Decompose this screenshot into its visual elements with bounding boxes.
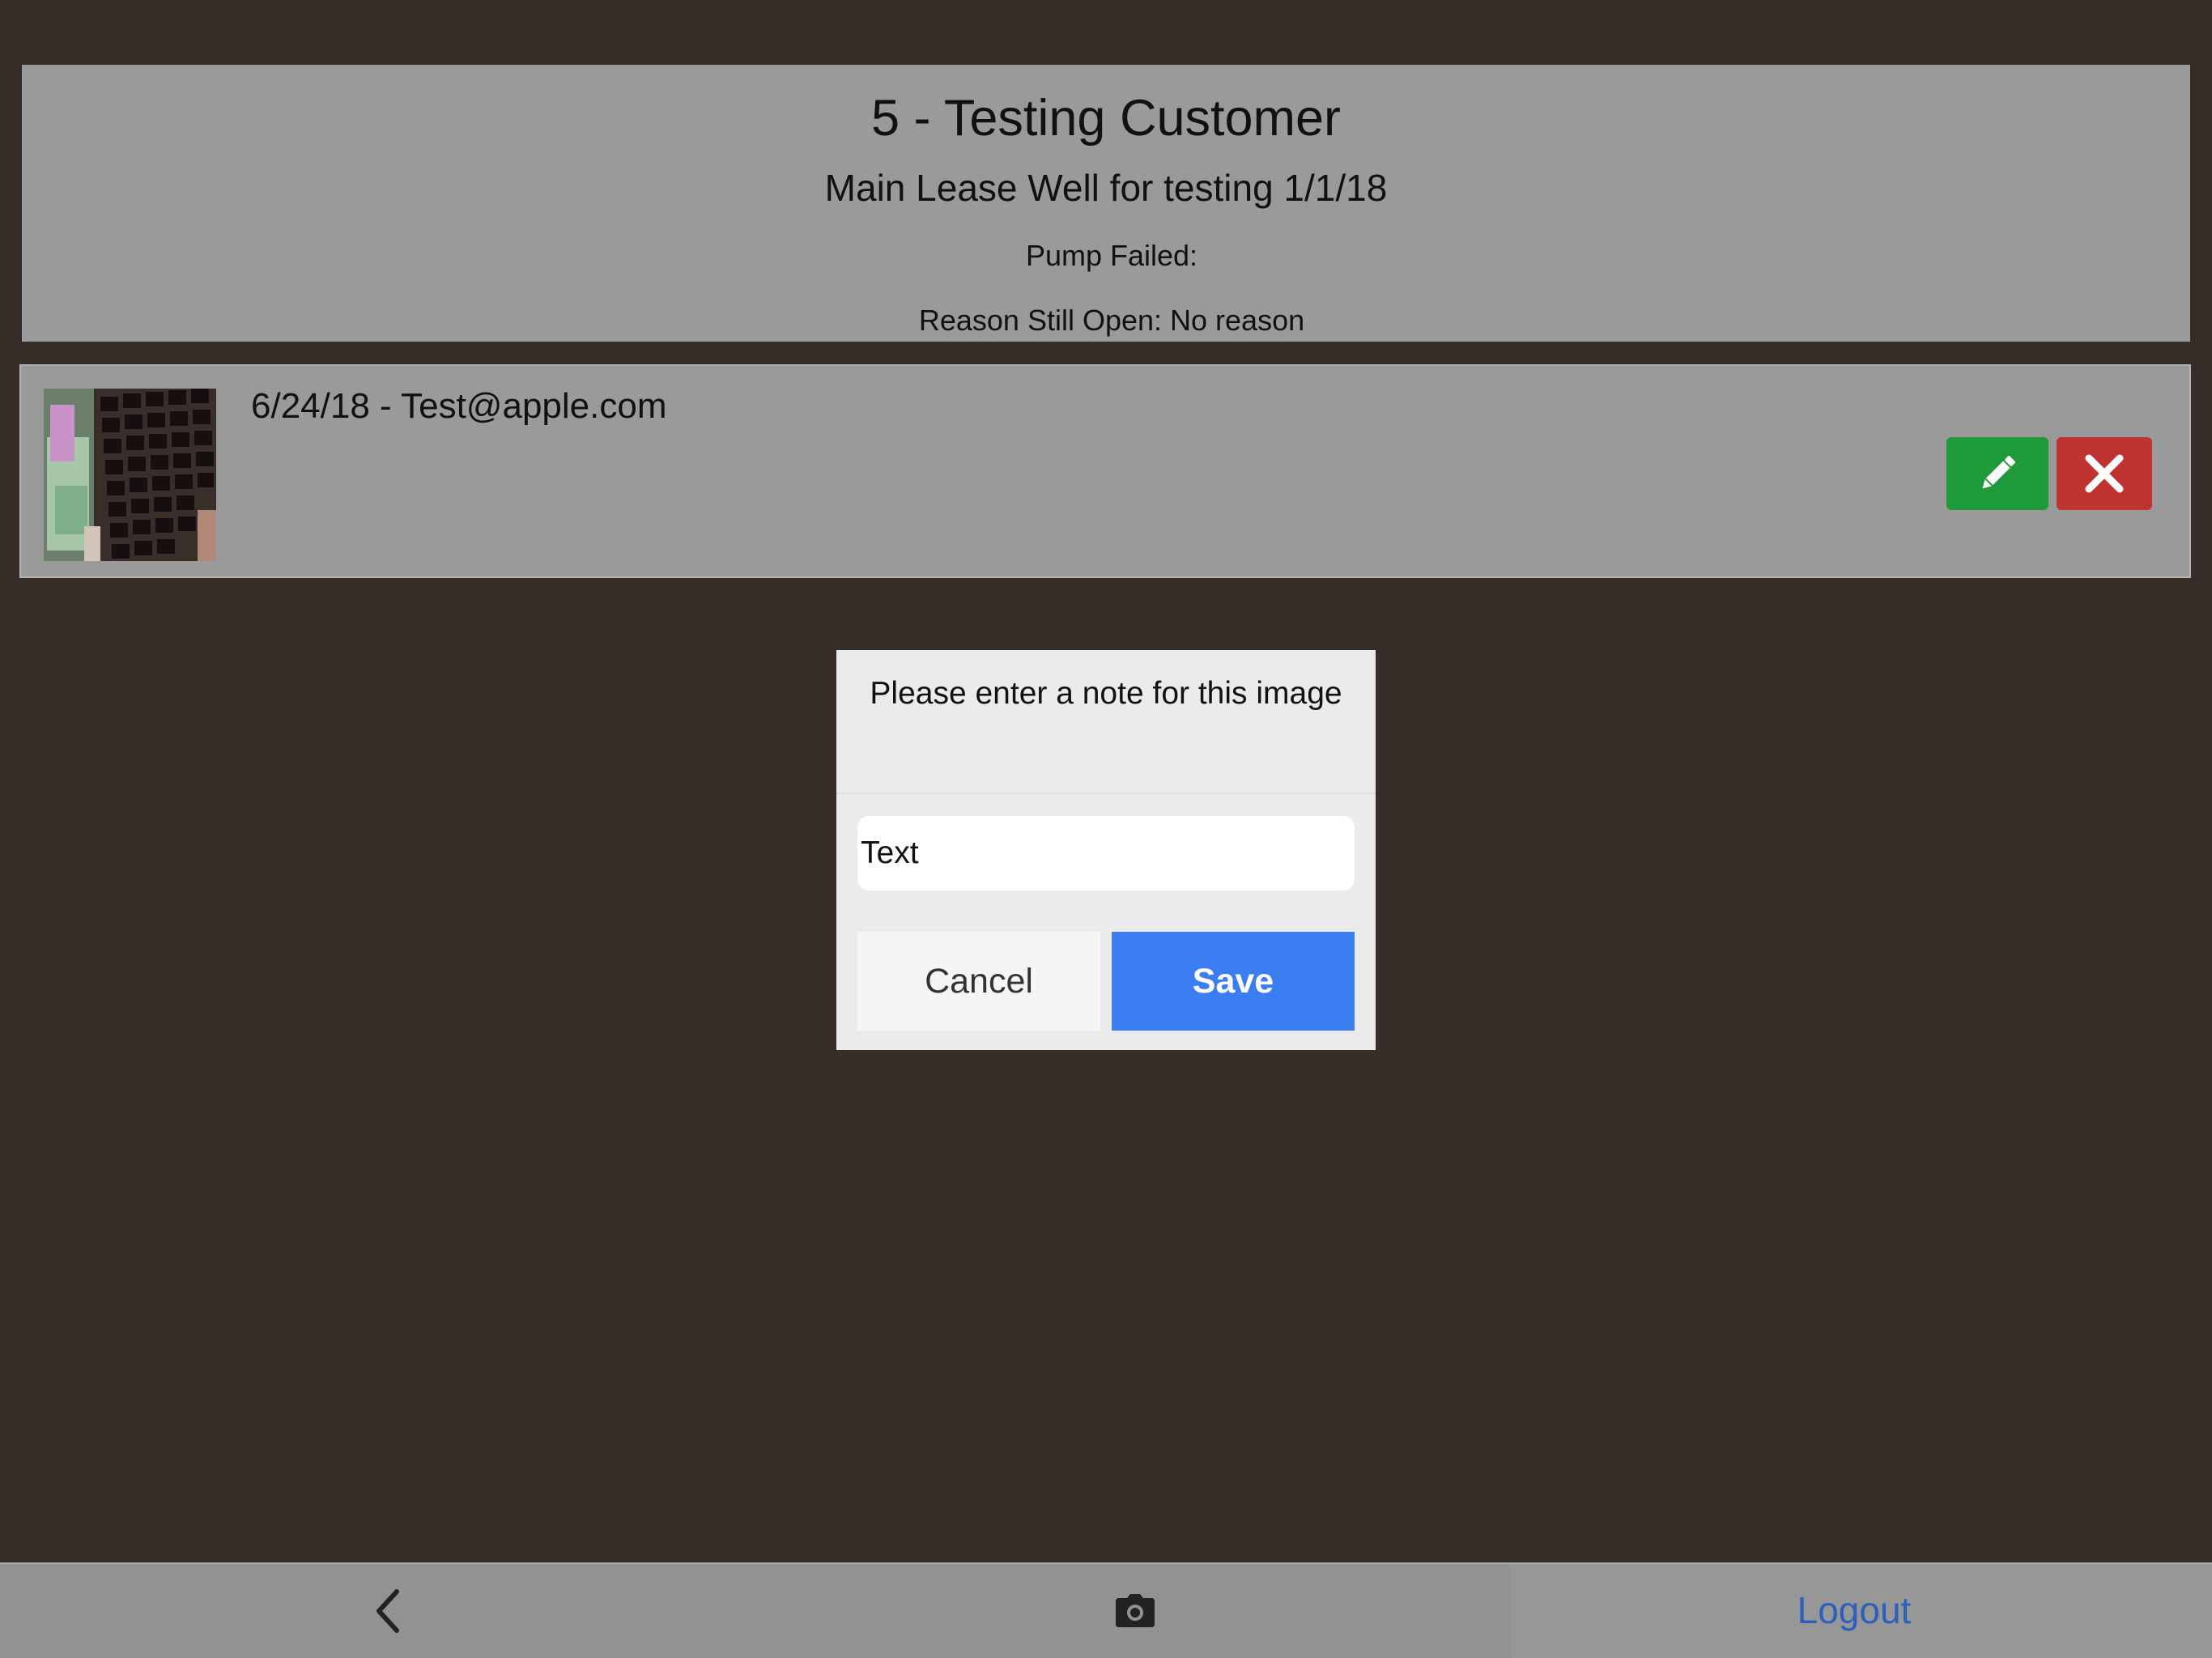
entry-text: 6/24/18 - Test@apple.com (251, 386, 667, 426)
status-bar-area (0, 0, 2212, 44)
edit-button[interactable] (1946, 437, 2048, 510)
back-button[interactable] (356, 1579, 421, 1643)
note-dialog: Please enter a note for this image Cance… (836, 650, 1376, 1050)
logout-link[interactable]: Logout (1765, 1582, 1943, 1639)
pencil-icon (1982, 456, 2015, 489)
photo-thumbnail-image (44, 389, 216, 561)
reason-text: Reason Still Open: No reason (918, 304, 1305, 337)
page-title: 5 - Testing Customer (870, 90, 1342, 147)
header-panel: 5 - Testing Customer Main Lease Well for… (22, 65, 2190, 342)
bottom-toolbar: Logout (0, 1562, 2212, 1658)
photo-thumbnail[interactable] (44, 389, 216, 561)
dialog-divider (836, 793, 1376, 794)
chevron-left-icon (376, 1589, 399, 1633)
camera-button[interactable] (1103, 1579, 1168, 1643)
page-subtitle: Main Lease Well for testing 1/1/18 (824, 167, 1388, 209)
dialog-title: Please enter a note for this image (870, 676, 1342, 711)
bottom-toolbar-left-section (0, 1564, 1511, 1658)
pump-status-text: Pump Failed: (1025, 239, 1198, 272)
image-entry-row: 6/24/18 - Test@apple.com (19, 364, 2191, 578)
camera-icon (1116, 1594, 1155, 1627)
save-button[interactable]: Save (1112, 932, 1355, 1031)
delete-button[interactable] (2057, 437, 2152, 510)
close-icon (2085, 454, 2124, 493)
note-input[interactable] (857, 816, 1355, 891)
cancel-button[interactable]: Cancel (857, 932, 1100, 1031)
